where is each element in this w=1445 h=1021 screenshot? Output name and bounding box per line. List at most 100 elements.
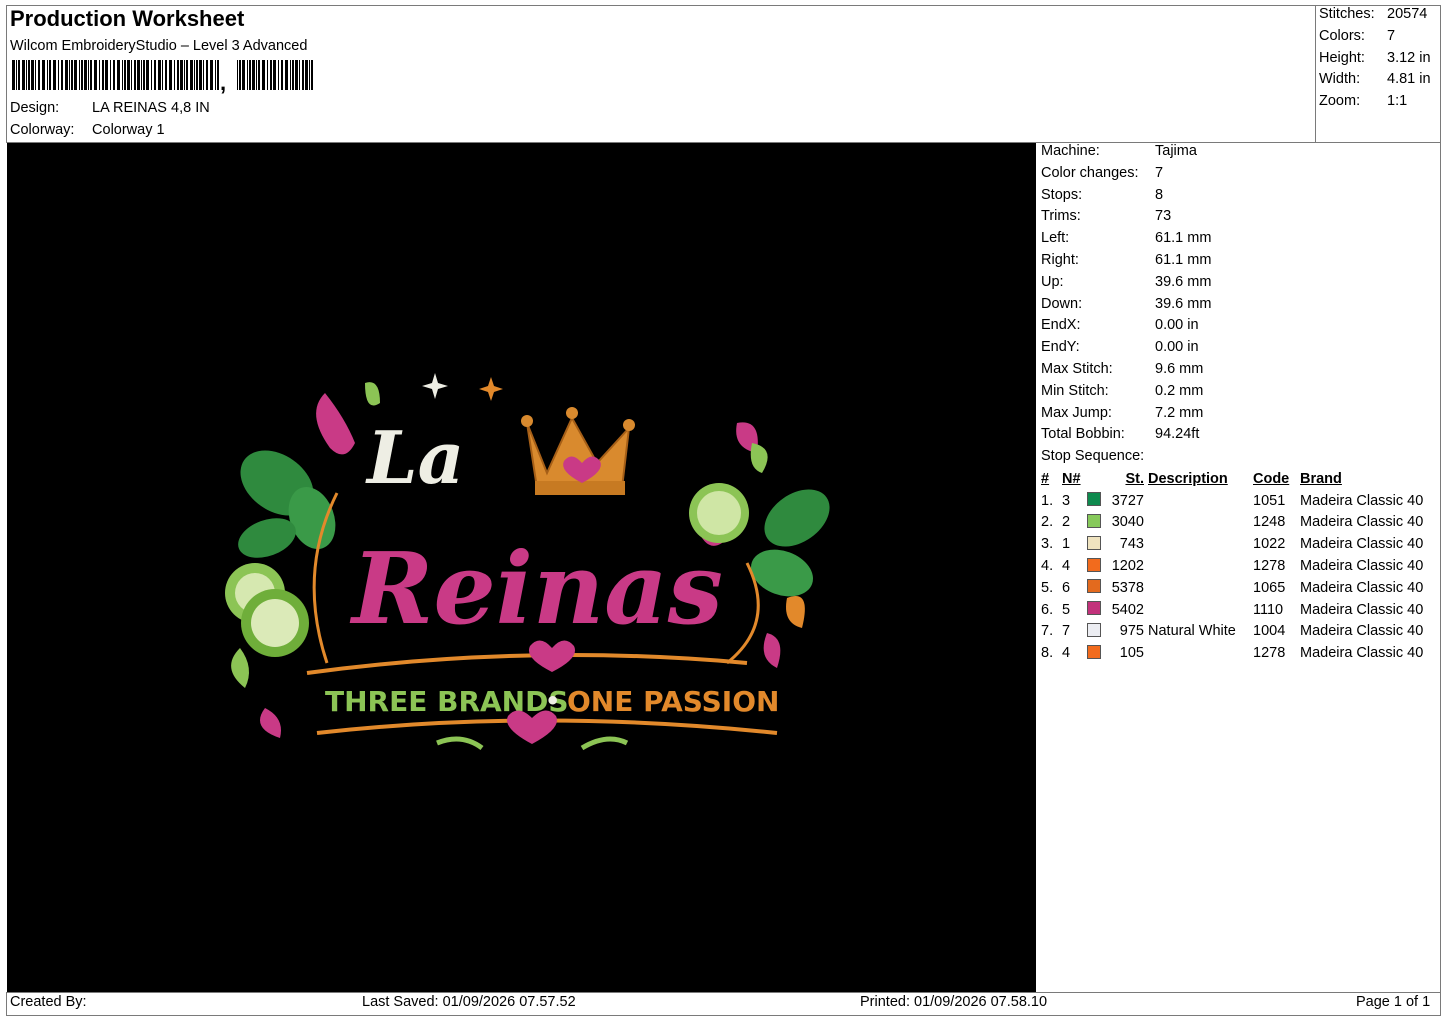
thread-code: 1022 bbox=[1253, 536, 1286, 553]
barcode-bar bbox=[42, 60, 45, 90]
design-canvas[interactable]: La Reinas THREE BRANDS • ONE PASSION bbox=[7, 143, 1036, 992]
design-text-la: La bbox=[365, 415, 464, 500]
info-label: Right: bbox=[1041, 251, 1079, 268]
barcode-bar bbox=[252, 60, 255, 90]
design-value: LA REINAS 4,8 IN bbox=[92, 100, 210, 116]
footer-last-saved: Last Saved: 01/09/2026 07.57.52 bbox=[362, 994, 576, 1010]
description bbox=[1144, 599, 1253, 621]
color-swatch bbox=[1087, 533, 1105, 555]
green-splash bbox=[750, 443, 768, 473]
barcode-bar bbox=[90, 60, 92, 90]
orange-swirl bbox=[306, 653, 748, 675]
barcode-bar bbox=[295, 60, 298, 90]
barcode-bar bbox=[196, 60, 198, 90]
stitch-count: 3727 bbox=[1111, 492, 1144, 509]
design-tagline-right: ONE PASSION bbox=[567, 685, 779, 718]
barcode-bar bbox=[47, 60, 48, 90]
needle-number: 3 bbox=[1062, 492, 1071, 509]
design-label: Design: bbox=[10, 100, 60, 116]
barcode-bar bbox=[273, 60, 276, 90]
barcode-bar bbox=[74, 60, 77, 90]
summary-value: 1:1 bbox=[1387, 93, 1408, 110]
barcode-bar bbox=[258, 60, 260, 90]
description bbox=[1144, 577, 1253, 599]
barcode-bar bbox=[278, 60, 279, 90]
info-row: Stops: 8 bbox=[1041, 187, 1211, 209]
summary-label: Zoom: bbox=[1319, 93, 1361, 110]
column-header: # bbox=[1041, 470, 1050, 487]
thread-brand: Madeira Classic 40 bbox=[1300, 579, 1424, 596]
barcode-bar bbox=[302, 60, 304, 90]
green-swirl bbox=[436, 736, 484, 751]
summary-label: Height: bbox=[1319, 49, 1365, 66]
column-header-spacer bbox=[1087, 468, 1105, 490]
barcode-bar bbox=[270, 60, 272, 90]
colorway-row: Colorway: Colorway 1 bbox=[10, 122, 165, 138]
barcode-bar bbox=[38, 60, 40, 90]
thread-code: 1065 bbox=[1253, 579, 1286, 596]
stitch-count: 3040 bbox=[1111, 514, 1144, 531]
thread-brand: Madeira Classic 40 bbox=[1300, 601, 1424, 618]
info-row: EndY: 0.00 in bbox=[1041, 339, 1211, 361]
footer-printed: Printed: 01/09/2026 07.58.10 bbox=[860, 994, 1048, 1010]
barcode-bar bbox=[177, 60, 179, 90]
color-swatch bbox=[1087, 490, 1105, 512]
summary-value: 20574 bbox=[1387, 6, 1428, 22]
color-swatch-chip bbox=[1087, 601, 1101, 616]
table-row: 3. 1 743 1022 Madeira Classic 40 bbox=[1041, 533, 1423, 555]
barcode-bar bbox=[285, 60, 288, 90]
barcode-bar bbox=[122, 60, 123, 90]
table-row: 4. 4 1202 1278 Madeira Classic 40 bbox=[1041, 555, 1423, 577]
barcode-bar bbox=[143, 60, 145, 90]
stitch-count: 1202 bbox=[1111, 558, 1144, 575]
stop-sequence-heading: Stop Sequence: bbox=[1041, 448, 1145, 465]
barcode-bar bbox=[113, 60, 115, 90]
design-tagline-left: THREE BRANDS bbox=[325, 685, 569, 718]
mint-leaf bbox=[751, 549, 813, 597]
green-swirl bbox=[580, 736, 629, 751]
color-swatch-chip bbox=[1087, 492, 1101, 507]
table-row: 1. 3 3727 1051 Madeira Classic 40 bbox=[1041, 490, 1423, 512]
summary-label: Width: bbox=[1319, 71, 1361, 88]
info-row: Trims: 73 bbox=[1041, 208, 1211, 230]
barcode-bar bbox=[262, 60, 265, 90]
green-splash bbox=[231, 648, 249, 688]
barcode-bar bbox=[256, 60, 257, 90]
info-row: Machine: Tajima bbox=[1041, 143, 1211, 165]
barcode-bar bbox=[134, 60, 136, 90]
barcode-bar bbox=[267, 60, 268, 90]
info-row: Max Stitch: 9.6 mm bbox=[1041, 361, 1211, 383]
summary-row: Stitches: 20574 bbox=[1319, 6, 1431, 28]
barcode-bar bbox=[53, 60, 56, 90]
barcode-bar bbox=[242, 60, 245, 90]
row-number: 6. bbox=[1041, 601, 1054, 618]
column-header: N# bbox=[1062, 470, 1081, 487]
barcode-bar bbox=[158, 60, 161, 90]
summary-value: 3.12 in bbox=[1387, 49, 1431, 66]
thread-brand: Madeira Classic 40 bbox=[1300, 558, 1424, 575]
table-row: 2. 2 3040 1248 Madeira Classic 40 bbox=[1041, 512, 1423, 534]
crown-jewel bbox=[566, 407, 578, 419]
barcode-bar bbox=[180, 60, 183, 90]
barcode-bar bbox=[71, 60, 73, 90]
barcode-bar bbox=[81, 60, 83, 90]
barcode-bar bbox=[69, 60, 70, 90]
barcode-bar bbox=[169, 60, 172, 90]
info-value: 0.00 in bbox=[1155, 317, 1199, 334]
crown-jewel bbox=[623, 419, 635, 431]
summary-row: Colors: 7 bbox=[1319, 28, 1431, 50]
design-text-reinas: Reinas bbox=[349, 532, 723, 647]
info-label: Total Bobbin: bbox=[1041, 426, 1125, 443]
color-swatch-chip bbox=[1087, 579, 1101, 594]
description bbox=[1144, 512, 1253, 534]
pink-splash bbox=[260, 708, 281, 738]
barcode-bar bbox=[49, 60, 51, 90]
barcode-bar bbox=[16, 60, 17, 90]
color-swatch bbox=[1087, 555, 1105, 577]
worksheet-title: Production Worksheet bbox=[10, 6, 245, 31]
design-row: Design: LA REINAS 4,8 IN bbox=[10, 100, 210, 116]
barcode-bar bbox=[174, 60, 175, 90]
barcode-bar bbox=[28, 60, 30, 90]
stitch-count: 975 bbox=[1119, 623, 1144, 640]
info-label: Left: bbox=[1041, 230, 1070, 247]
